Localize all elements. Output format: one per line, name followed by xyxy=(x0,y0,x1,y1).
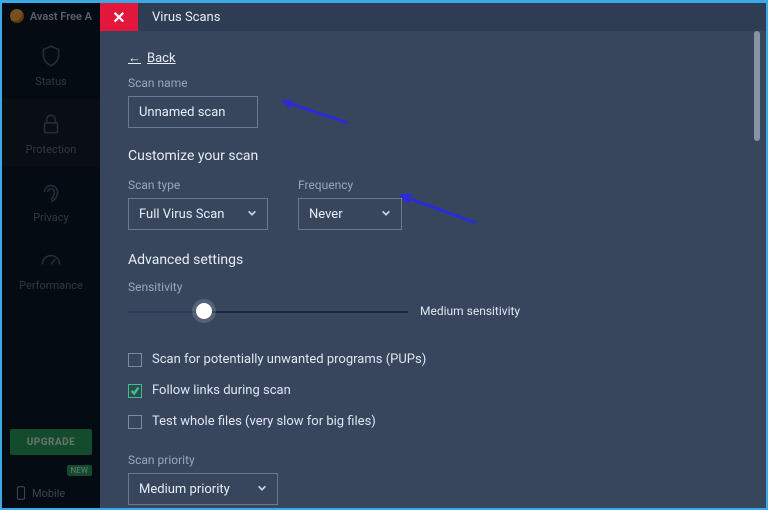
sidebar-item-label: Mobile xyxy=(32,487,65,500)
arrow-left-icon: ← xyxy=(128,50,141,66)
scan-type-value: Full Virus Scan xyxy=(139,207,224,222)
main-panel: ✕ Virus Scans ← Back Scan name Unnamed s… xyxy=(100,3,766,508)
lock-icon xyxy=(38,111,64,137)
checkbox-icon xyxy=(128,415,142,429)
checkbox-icon xyxy=(128,353,142,367)
sidebar-item-label: Performance xyxy=(19,279,83,292)
sensitivity-label: Sensitivity xyxy=(128,280,744,294)
check-follow-links[interactable]: Follow links during scan xyxy=(128,383,744,398)
brand-name: Avast Free A xyxy=(30,10,92,23)
check-pups[interactable]: Scan for potentially unwanted programs (… xyxy=(128,352,744,367)
scrollbar[interactable] xyxy=(752,31,762,502)
avast-logo-icon xyxy=(10,9,24,23)
checkbox-checked-icon xyxy=(128,384,142,398)
scan-name-input[interactable]: Unnamed scan xyxy=(128,96,258,128)
check-label: Follow links during scan xyxy=(152,383,291,398)
priority-label: Scan priority xyxy=(128,453,744,467)
check-whole-files[interactable]: Test whole files (very slow for big file… xyxy=(128,414,744,429)
chevron-down-icon xyxy=(381,207,391,222)
sidebar-item-protection[interactable]: Protection xyxy=(2,99,100,167)
frequency-value: Never xyxy=(309,207,343,222)
shield-icon xyxy=(38,43,64,69)
scrollbar-thumb[interactable] xyxy=(754,31,760,141)
mobile-icon xyxy=(16,486,26,500)
sidebar-item-performance[interactable]: Performance xyxy=(2,235,100,303)
advanced-title: Advanced settings xyxy=(128,252,744,268)
sidebar-item-label: Privacy xyxy=(33,211,69,224)
scan-name-label: Scan name xyxy=(128,76,744,90)
close-button[interactable]: ✕ xyxy=(100,3,138,31)
priority-value: Medium priority xyxy=(139,482,230,497)
sidebar: Avast Free A Status Protection Privacy xyxy=(2,3,100,508)
scan-type-select[interactable]: Full Virus Scan xyxy=(128,198,268,230)
brand: Avast Free A xyxy=(2,3,100,31)
check-label: Test whole files (very slow for big file… xyxy=(152,414,376,429)
check-label: Scan for potentially unwanted programs (… xyxy=(152,352,426,367)
slider-fill xyxy=(128,311,204,313)
sidebar-item-label: Protection xyxy=(26,143,77,156)
sidebar-item-status[interactable]: Status xyxy=(2,31,100,99)
fingerprint-icon xyxy=(38,179,64,205)
frequency-select[interactable]: Never xyxy=(298,198,402,230)
sidebar-footer: UPGRADE NEW Mobile xyxy=(10,429,92,500)
sidebar-item-mobile[interactable]: Mobile xyxy=(10,486,65,500)
panel-topbar: ✕ Virus Scans xyxy=(100,3,766,31)
back-label: Back xyxy=(147,51,176,66)
panel-title: Virus Scans xyxy=(138,3,220,31)
app-window: Avast Free A Status Protection Privacy xyxy=(0,0,768,510)
customize-title: Customize your scan xyxy=(128,148,744,164)
scan-type-label: Scan type xyxy=(128,178,268,192)
sensitivity-slider[interactable] xyxy=(128,300,408,324)
sidebar-nav: Status Protection Privacy Performance xyxy=(2,31,100,303)
scan-name-value: Unnamed scan xyxy=(139,105,225,120)
upgrade-button[interactable]: UPGRADE xyxy=(10,429,92,455)
advanced-checks: Scan for potentially unwanted programs (… xyxy=(128,352,744,429)
back-link[interactable]: ← Back xyxy=(128,50,176,66)
priority-select[interactable]: Medium priority xyxy=(128,473,278,505)
new-badge: NEW xyxy=(67,465,92,476)
gauge-icon xyxy=(38,247,64,273)
sensitivity-value: Medium sensitivity xyxy=(420,304,520,318)
frequency-label: Frequency xyxy=(298,178,402,192)
sidebar-item-privacy[interactable]: Privacy xyxy=(2,167,100,235)
chevron-down-icon xyxy=(247,207,257,222)
panel-content: ← Back Scan name Unnamed scan Customize … xyxy=(128,47,744,508)
chevron-down-icon xyxy=(257,482,267,497)
close-icon: ✕ xyxy=(112,8,125,27)
slider-thumb[interactable] xyxy=(196,303,212,319)
sidebar-item-label: Status xyxy=(35,75,66,88)
